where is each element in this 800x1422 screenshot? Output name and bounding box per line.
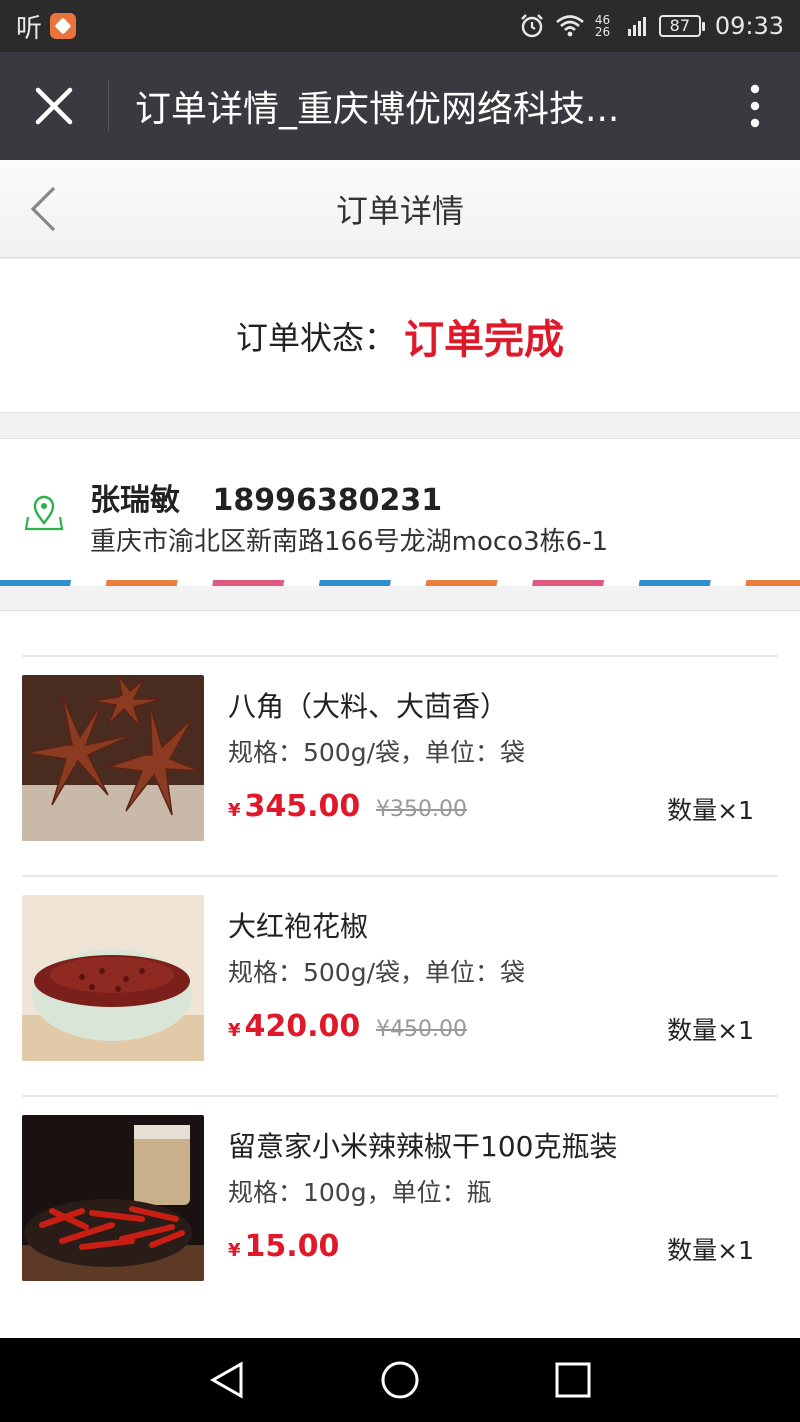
- product-list: 八角（大料、大茴香） 规格：500g/袋，单位：袋 ¥345.00 ¥350.0…: [0, 610, 800, 1338]
- product-item[interactable]: 大红袍花椒 规格：500g/袋，单位：袋 ¥420.00 ¥450.00 数量×…: [22, 875, 778, 1095]
- product-quantity: 数量×1: [667, 1236, 754, 1265]
- page-header: 订单详情: [0, 160, 800, 258]
- browser-page-title: 订单详情_重庆博优网络科技...: [135, 89, 620, 130]
- battery-level: 87: [658, 15, 701, 37]
- product-name: 八角（大料、大茴香）: [228, 690, 509, 723]
- address-detail: 重庆市渝北区新南路166号龙湖moco3栋6-1: [90, 527, 609, 557]
- product-quantity: 数量×1: [667, 1016, 754, 1045]
- triangle-back-icon: [209, 1361, 243, 1399]
- network-type-text: 46 26: [594, 13, 611, 39]
- product-price: ¥420.00: [228, 1009, 360, 1044]
- product-spec: 规格：500g/袋，单位：袋: [228, 738, 526, 767]
- square-recent-icon: [555, 1362, 591, 1398]
- system-status-bar: 听 46 26 87 09:33: [0, 0, 800, 52]
- product-image-star-anise: [22, 675, 204, 841]
- product-spec: 规格：500g/袋，单位：袋: [228, 958, 526, 987]
- recipient-name: 张瑞敏: [90, 483, 180, 518]
- currency-symbol: ¥: [228, 1240, 241, 1261]
- system-nav-bar: [0, 1338, 800, 1422]
- currency-symbol: ¥: [228, 1020, 241, 1041]
- product-quantity: 数量×1: [667, 796, 754, 825]
- app-indicator-text: 听: [16, 13, 43, 44]
- back-button[interactable]: [18, 184, 68, 234]
- clock: 09:33: [714, 12, 784, 40]
- nav-home-button[interactable]: [370, 1350, 430, 1410]
- close-icon: [35, 87, 73, 125]
- app-notification-icon: [50, 13, 77, 39]
- signal-icon: [627, 17, 646, 36]
- recipient-phone: 18996380231: [212, 483, 443, 518]
- product-price: ¥345.00: [228, 789, 360, 824]
- product-name: 大红袍花椒: [228, 910, 369, 943]
- chevron-left-icon: [30, 186, 56, 232]
- status-right: 46 26 87 09:33: [519, 12, 784, 40]
- airmail-border: [0, 580, 800, 586]
- wifi-icon: [555, 15, 584, 37]
- product-image-sichuan-pepper: [22, 895, 204, 1061]
- product-original-price: ¥450.00: [376, 1017, 467, 1042]
- product-name: 留意家小米辣辣椒干100克瓶装: [228, 1130, 618, 1163]
- price-value: 15.00: [244, 1229, 340, 1264]
- order-status-label: 订单状态：: [235, 318, 396, 357]
- browser-title-bar: 订单详情_重庆博优网络科技...: [0, 52, 800, 160]
- location-pin-icon: [24, 495, 64, 531]
- product-original-price: ¥350.00: [376, 797, 467, 822]
- page-title: 订单详情: [335, 191, 464, 230]
- close-button[interactable]: [0, 52, 108, 160]
- more-options-button[interactable]: [710, 52, 800, 160]
- battery-icon: 87: [658, 15, 705, 37]
- product-item[interactable]: 八角（大料、大茴香） 规格：500g/袋，单位：袋 ¥345.00 ¥350.0…: [22, 655, 778, 875]
- nav-back-button[interactable]: [197, 1350, 257, 1410]
- product-price: ¥15.00: [228, 1229, 339, 1264]
- alarm-icon: [520, 14, 543, 38]
- order-status-card: 订单状态： 订单完成: [0, 259, 800, 413]
- currency-symbol: ¥: [228, 800, 241, 821]
- product-image-dried-chili: [22, 1115, 204, 1281]
- product-spec: 规格：100g，单位：瓶: [228, 1178, 492, 1207]
- recipient-line: 张瑞敏 18996380231: [90, 475, 442, 519]
- more-vertical-icon: [750, 84, 760, 128]
- nav-recent-button[interactable]: [543, 1350, 603, 1410]
- price-value: 345.00: [244, 789, 361, 824]
- order-status-value: 订单完成: [404, 316, 564, 363]
- shipping-address-card: 张瑞敏 18996380231 重庆市渝北区新南路166号龙湖moco3栋6-1: [0, 438, 800, 586]
- status-left: 听: [16, 8, 77, 45]
- price-value: 420.00: [244, 1009, 361, 1044]
- product-item[interactable]: 留意家小米辣辣椒干100克瓶装 规格：100g，单位：瓶 ¥15.00 数量×1: [22, 1095, 778, 1315]
- circle-home-icon: [381, 1361, 419, 1399]
